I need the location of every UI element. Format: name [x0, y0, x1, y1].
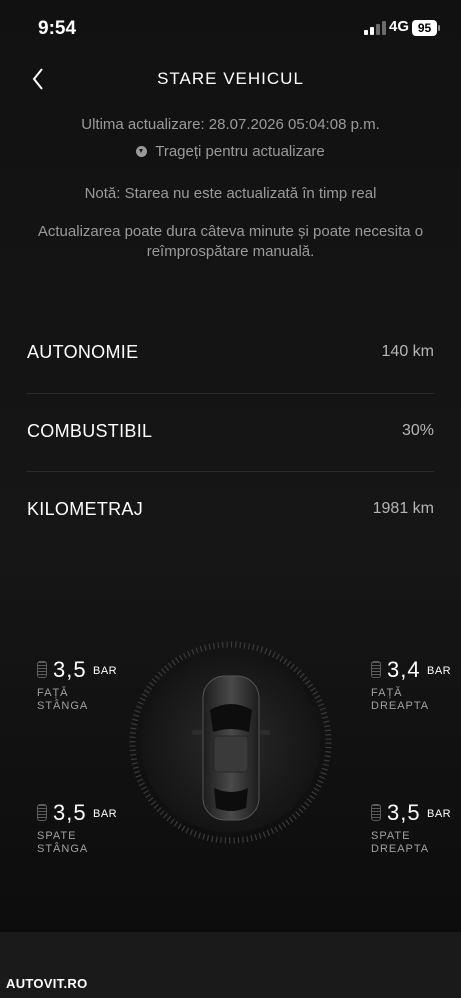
battery-tip — [438, 25, 440, 31]
tire-position-label: SPATE DREAPTA — [371, 830, 461, 856]
tire-label-line1: FAȚĂ — [37, 687, 69, 699]
divider — [27, 471, 434, 472]
tire-label-line2: STÂNGA — [37, 843, 89, 855]
tire-icon — [371, 661, 381, 678]
last-update-text: Ultima actualizare: 28.07.2026 05:04:08 … — [81, 116, 380, 133]
stat-value: 30% — [401, 422, 434, 439]
tire-pressure-value: 3,5 — [53, 800, 87, 825]
stat-row-combustibil: COMBUSTIBIL 30% — [27, 413, 434, 453]
car-top-view — [129, 641, 332, 844]
tire-pressure-unit: BAR — [93, 665, 118, 677]
status-time: 9:54 — [38, 18, 77, 39]
divider — [27, 393, 434, 394]
tire-pressure-unit: BAR — [427, 665, 452, 677]
tire-pressure-value: 3,4 — [387, 657, 421, 682]
battery-icon: 95 — [412, 20, 437, 36]
footer-bar: AUTOVIT.RO — [0, 932, 461, 998]
tire-label-line1: SPATE — [37, 830, 77, 842]
tire-icon — [37, 804, 47, 821]
page-title: STARE VEHICUL — [157, 69, 304, 88]
tire-position-label: SPATE STÂNGA — [37, 830, 147, 856]
watermark-logo: AUTOVIT.RO — [6, 976, 88, 991]
stat-label: AUTONOMIE — [27, 342, 139, 362]
tire-label-line1: FAȚĂ — [371, 687, 403, 699]
stat-value: 140 km — [381, 343, 434, 360]
tire-pressure-value: 3,5 — [387, 800, 421, 825]
tire-icon — [371, 804, 381, 821]
tire-label-line2: DREAPTA — [371, 700, 430, 712]
pull-to-refresh[interactable]: Trageți pentru actualizare — [0, 143, 461, 160]
tire-label-line2: DREAPTA — [371, 843, 430, 855]
tire-label-line1: SPATE — [371, 830, 411, 842]
pull-to-refresh-label: Trageți pentru actualizare — [155, 143, 325, 160]
signal-icon — [364, 21, 386, 35]
tire-pressure-unit: BAR — [93, 808, 118, 820]
tire-pressure-unit: BAR — [427, 808, 452, 820]
stat-label: COMBUSTIBIL — [27, 421, 153, 441]
chevron-down-circle-icon — [136, 146, 148, 157]
stat-row-autonomie: AUTONOMIE 140 km — [27, 334, 434, 374]
stat-value: 1981 km — [372, 500, 434, 517]
network-type: 4G — [389, 18, 410, 35]
tire-icon — [37, 661, 47, 678]
note-text: Notă: Starea nu este actualizată în timp… — [84, 185, 377, 202]
tire-position-label: FAȚĂ DREAPTA — [371, 687, 461, 713]
stat-row-kilometraj: KILOMETRAJ 1981 km — [27, 491, 434, 531]
tire-label-line2: STÂNGA — [37, 700, 89, 712]
status-bar: 9:54 4G 95 — [0, 0, 461, 56]
stat-label: KILOMETRAJ — [27, 499, 144, 519]
tire-position-label: FAȚĂ STÂNGA — [37, 687, 147, 713]
tire-pressure-value: 3,5 — [53, 657, 87, 682]
refresh-info-text: Actualizarea poate dura câteva minute și… — [37, 223, 424, 260]
